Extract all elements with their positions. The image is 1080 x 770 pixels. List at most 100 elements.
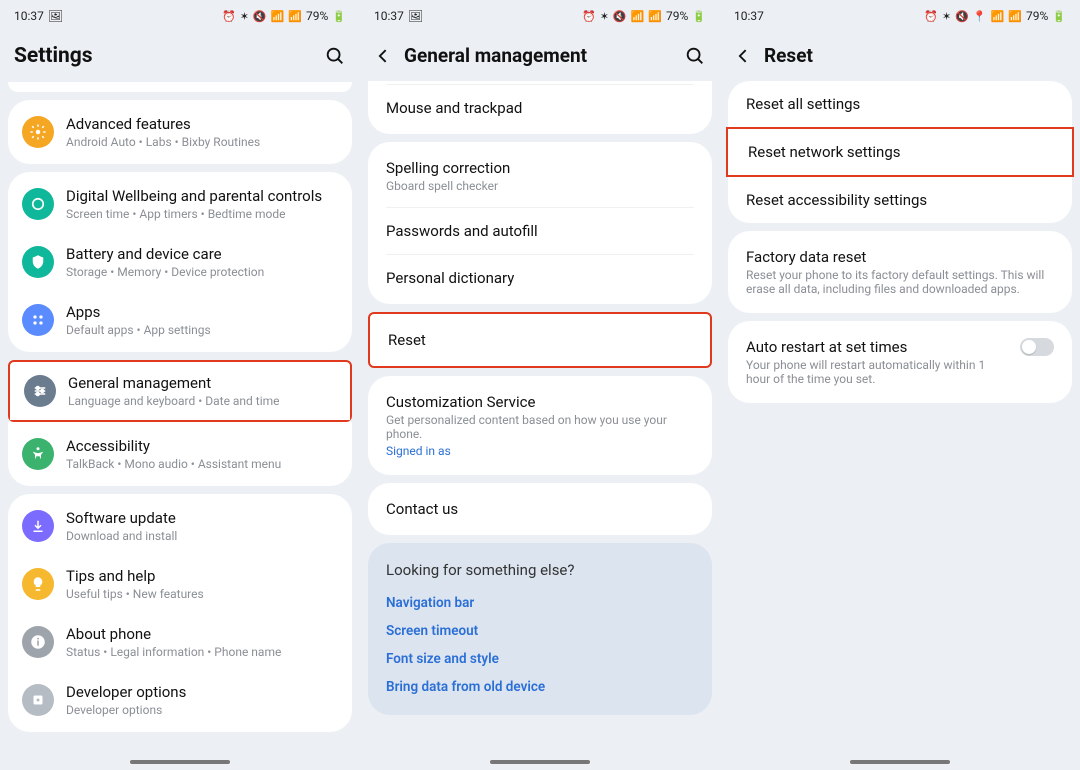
item-label: Reset all settings (746, 95, 860, 113)
search-icon[interactable] (684, 45, 706, 67)
card-auto-restart: Auto restart at set times Your phone will… (728, 321, 1072, 403)
item-general-management[interactable]: General management Language and keyboard … (10, 362, 350, 420)
item-sub: Storage • Memory • Device protection (66, 265, 264, 279)
card-device: Digital Wellbeing and parental controlsS… (8, 172, 352, 352)
status-bar: 10:37 🖼 ⏰ ✶ 🔇 📶 📶 79% 🔋 (0, 0, 360, 28)
item-developer-options[interactable]: Developer options Developer options (8, 671, 352, 729)
mute-icon: 🔇 (253, 11, 267, 22)
battery-pct: 79% (306, 9, 328, 23)
item-reset[interactable]: Reset (370, 317, 710, 363)
item-about-phone[interactable]: About phone Status • Legal information • … (8, 613, 352, 671)
item-sub: TalkBack • Mono audio • Assistant menu (66, 457, 281, 471)
card-previous-partial (8, 82, 352, 92)
item-label: Reset network settings (748, 143, 901, 161)
home-indicator[interactable] (130, 760, 230, 764)
search-icon[interactable] (324, 45, 346, 67)
header: Reset (720, 28, 1080, 81)
card-text-services: Spelling correctionGboard spell checker … (368, 142, 712, 304)
item-sub: Status • Legal information • Phone name (66, 645, 281, 659)
link-navigation-bar[interactable]: Navigation bar (386, 595, 694, 611)
page-title: Reset (764, 44, 1066, 67)
status-bar: 10:37🖼 ⏰✶🔇📶📶79%🔋 (360, 0, 720, 28)
item-tips-help[interactable]: Tips and helpUseful tips • New features (8, 555, 352, 613)
item-reset-network-settings[interactable]: Reset network settings (726, 127, 1074, 177)
card-customization: Customization Service Get personalized c… (368, 376, 712, 475)
item-software-update[interactable]: Software updateDownload and install (8, 497, 352, 555)
item-spelling[interactable]: Spelling correction Gboard spell checker (368, 145, 712, 207)
mute-icon: 🔇 (613, 11, 627, 22)
item-reset-all-settings[interactable]: Reset all settings (728, 81, 1072, 127)
panel-settings: 10:37 🖼 ⏰ ✶ 🔇 📶 📶 79% 🔋 Settings Advance… (0, 0, 360, 770)
item-label: Passwords and autofill (386, 222, 538, 240)
item-label: Factory data reset (746, 248, 1054, 266)
status-bar: 10:37 ⏰✶🔇📍📶📶79%🔋 (720, 0, 1080, 28)
wifi-icon: 📶 (631, 11, 645, 22)
auto-restart-toggle[interactable] (1020, 338, 1054, 356)
item-label: Mouse and trackpad (386, 99, 522, 117)
item-label: Developer options (66, 683, 186, 701)
back-button[interactable] (734, 46, 754, 66)
item-customization-service[interactable]: Customization Service Get personalized c… (368, 379, 712, 472)
item-label: Personal dictionary (386, 269, 514, 287)
home-indicator[interactable] (850, 760, 950, 764)
item-auto-restart[interactable]: Auto restart at set times Your phone will… (728, 324, 1072, 400)
signed-in-link[interactable]: Signed in as (386, 444, 694, 458)
panel-reset: 10:37 ⏰✶🔇📍📶📶79%🔋 Reset Reset all setting… (720, 0, 1080, 770)
looking-for-box: Looking for something else? Navigation b… (368, 543, 712, 715)
item-mouse-trackpad[interactable]: Mouse and trackpad (368, 85, 712, 131)
header: Settings (0, 28, 360, 82)
item-apps[interactable]: AppsDefault apps • App settings (8, 291, 352, 349)
item-reset-accessibility-settings[interactable]: Reset accessibility settings (728, 177, 1072, 223)
item-label: Spelling correction (386, 159, 510, 177)
item-sub: Gboard spell checker (386, 179, 510, 193)
item-label: About phone (66, 625, 281, 643)
item-sub: Default apps • App settings (66, 323, 211, 337)
card-reset-highlight: Reset (368, 312, 712, 368)
card-factory-reset: Factory data resetReset your phone to it… (728, 231, 1072, 313)
clock: 10:37 (734, 9, 764, 23)
item-label: Auto restart at set times (746, 338, 1008, 356)
wifi-icon: 📶 (271, 11, 285, 22)
item-sub: Developer options (66, 703, 186, 717)
item-accessibility[interactable]: Accessibility TalkBack • Mono audio • Ass… (8, 425, 352, 483)
header: General management (360, 28, 720, 81)
item-sub: Language and keyboard • Date and time (68, 394, 280, 408)
item-advanced-features[interactable]: Advanced featuresAndroid Auto • Labs • B… (8, 103, 352, 161)
item-label: Battery and device care (66, 245, 264, 263)
image-icon: 🖼 (408, 9, 423, 23)
clock: 10:37 (374, 9, 404, 23)
item-label: Customization Service (386, 393, 694, 411)
clock: 10:37 (14, 9, 44, 23)
item-sub: Download and install (66, 529, 177, 543)
item-label: General management (68, 374, 280, 392)
link-screen-timeout[interactable]: Screen timeout (386, 623, 694, 639)
mute-icon: 🔇 (955, 11, 969, 22)
card-mouse: Mouse and trackpad (368, 81, 712, 134)
item-battery-care[interactable]: Battery and device care Storage • Memory … (8, 233, 352, 291)
back-button[interactable] (374, 46, 394, 66)
home-indicator[interactable] (490, 760, 590, 764)
link-font-size[interactable]: Font size and style (386, 651, 694, 667)
item-label: Reset accessibility settings (746, 191, 927, 209)
item-sub: Screen time • App timers • Bedtime mode (66, 207, 322, 221)
link-bring-data[interactable]: Bring data from old device (386, 679, 694, 695)
item-label: Advanced features (66, 115, 260, 133)
battery-pct: 79% (1026, 9, 1048, 23)
location-icon: 📍 (973, 11, 987, 22)
item-digital-wellbeing[interactable]: Digital Wellbeing and parental controlsS… (8, 175, 352, 233)
card-reset-options: Reset all settings Reset network setting… (728, 81, 1072, 223)
signal-icon: 📶 (1008, 11, 1022, 22)
item-label: Reset (388, 331, 426, 349)
alarm-icon: ⏰ (222, 11, 236, 22)
item-contact-us[interactable]: Contact us (368, 486, 712, 532)
item-sub: Your phone will restart automatically wi… (746, 358, 1008, 386)
item-factory-reset[interactable]: Factory data resetReset your phone to it… (728, 234, 1072, 310)
item-personal-dictionary[interactable]: Personal dictionary (368, 255, 712, 301)
card-system: Software updateDownload and install Tips… (8, 494, 352, 732)
item-passwords-autofill[interactable]: Passwords and autofill (368, 208, 712, 254)
item-label: Accessibility (66, 437, 281, 455)
bluetooth-icon: ✶ (942, 11, 951, 22)
battery-pct: 79% (666, 9, 688, 23)
panel-general-management: 10:37🖼 ⏰✶🔇📶📶79%🔋 General management Mous… (360, 0, 720, 770)
card-advanced: Advanced featuresAndroid Auto • Labs • B… (8, 100, 352, 164)
